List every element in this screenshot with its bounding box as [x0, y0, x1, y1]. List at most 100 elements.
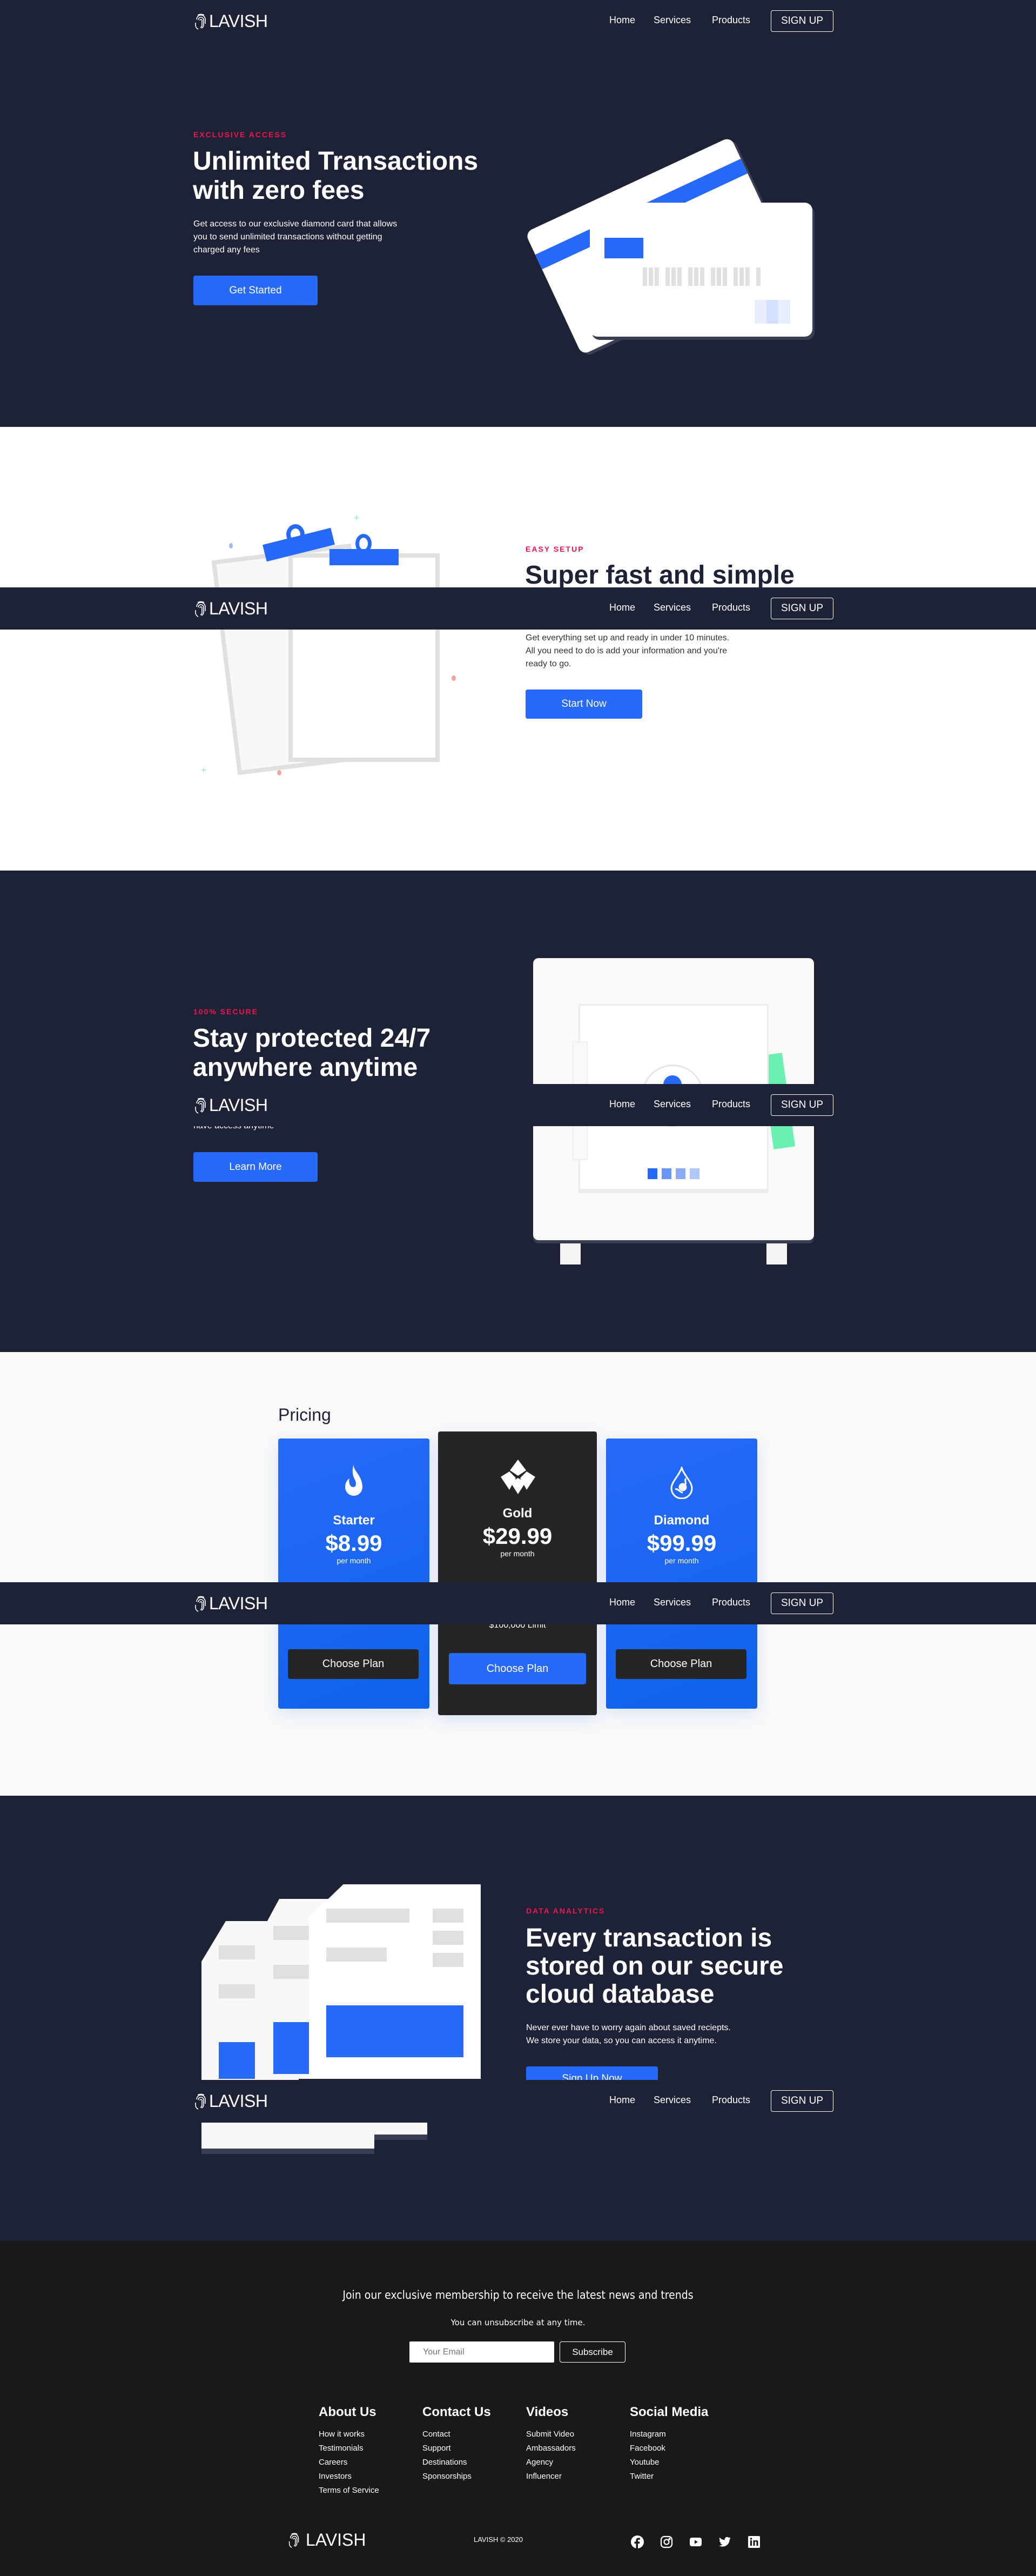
logo[interactable]: LAVISH [194, 1594, 268, 1614]
nav-services[interactable]: Services [654, 1099, 691, 1110]
instagram-icon[interactable] [660, 2535, 673, 2548]
footer-link[interactable]: Agency [526, 2455, 576, 2470]
plan-price: $8.99 [325, 1530, 382, 1556]
nav-home[interactable]: Home [609, 1099, 635, 1110]
column-title: About Us [319, 2405, 376, 2419]
signup-button[interactable]: SIGN UP [771, 2090, 833, 2112]
newsletter-heading: Join our exclusive membership to receive… [342, 2289, 694, 2301]
column-title: Contact Us [422, 2405, 491, 2419]
hero-desc-1: Get access to our exclusive diamond card… [193, 219, 398, 229]
column-title: Social Media [630, 2405, 709, 2419]
copyright: LAVISH © 2020 [474, 2535, 523, 2544]
hero-title-1: Unlimited Transactions [193, 147, 479, 176]
footer-link[interactable]: Instagram [630, 2427, 708, 2441]
nav-products[interactable]: Products [712, 1597, 750, 1608]
signup-button[interactable]: SIGN UP [771, 598, 833, 619]
price-card-diamond: Diamond $99.99 per month Choose Plan [606, 1438, 757, 1709]
nav-home[interactable]: Home [609, 2095, 635, 2106]
analytics-section [0, 1796, 1036, 2241]
analytics-eyebrow: DATA ANALYTICS [526, 1906, 606, 1915]
nav-products[interactable]: Products [712, 2095, 750, 2106]
footer-link[interactable]: Investors [319, 2470, 379, 2484]
logo-text: LAVISH [209, 11, 268, 31]
hero-title-2: with zero fees [193, 176, 365, 205]
newsletter-subtext: You can unsubscribe at any time. [450, 2318, 586, 2327]
footer-link[interactable]: Sponsorships [422, 2470, 491, 2484]
navbar: LAVISH Home Services Products SIGN UP [0, 587, 1036, 630]
choose-plan-button[interactable]: Choose Plan [449, 1653, 586, 1684]
logo-text: LAVISH [209, 1594, 268, 1613]
setup-desc-2: All you need to do is add your informati… [526, 646, 728, 655]
setup-eyebrow: EASY SETUP [526, 545, 584, 553]
plan-price: $29.99 [482, 1523, 553, 1549]
nav-products[interactable]: Products [712, 15, 750, 26]
column-title: Videos [526, 2405, 569, 2419]
get-started-button[interactable]: Get Started [193, 276, 318, 305]
analytics-title-1: Every transaction is [526, 1924, 772, 1952]
nav-services[interactable]: Services [654, 602, 691, 613]
social-icons [631, 2535, 761, 2548]
logo-text: LAVISH [209, 2091, 268, 2111]
logo[interactable]: LAVISH [194, 2091, 268, 2111]
plan-period: per month [337, 1556, 371, 1565]
footer-link[interactable]: Destinations [422, 2455, 491, 2470]
fingerprint-icon [195, 14, 206, 30]
footer-link[interactable]: Support [422, 2441, 491, 2455]
footer-link[interactable]: Youtube [630, 2455, 708, 2470]
logo-text: LAVISH [209, 599, 268, 618]
nav-home[interactable]: Home [609, 602, 635, 613]
signup-button[interactable]: SIGN UP [771, 10, 833, 32]
plan-name: Gold [502, 1506, 533, 1521]
plan-name: Diamond [654, 1513, 710, 1528]
start-now-button[interactable]: Start Now [526, 690, 642, 719]
nav-products[interactable]: Products [712, 602, 750, 613]
footer-link[interactable]: Ambassadors [526, 2441, 576, 2455]
footer-link[interactable]: Testimonials [319, 2441, 379, 2455]
nav-home[interactable]: Home [609, 1597, 635, 1608]
plan-period: per month [500, 1549, 535, 1558]
linkedin-icon[interactable] [748, 2535, 761, 2548]
signup-button[interactable]: SIGN UP [771, 1593, 833, 1614]
logo[interactable]: LAVISH [194, 1095, 268, 1115]
youtube-icon[interactable] [689, 2535, 702, 2548]
footer-logo[interactable]: LAVISH [287, 2530, 366, 2550]
twitter-icon[interactable] [718, 2535, 731, 2548]
signup-button[interactable]: SIGN UP [771, 1094, 833, 1116]
footer-link[interactable]: Influencer [526, 2470, 576, 2484]
footer-link[interactable]: Terms of Service [319, 2484, 379, 2498]
footer-link[interactable]: How it works [319, 2427, 379, 2441]
plan-price: $99.99 [647, 1530, 717, 1556]
nav-services[interactable]: Services [654, 2095, 691, 2106]
nav-products[interactable]: Products [712, 1099, 750, 1110]
footer-column-social: Social Media Instagram Facebook Youtube … [630, 2405, 708, 2484]
footer-link[interactable]: Twitter [630, 2470, 708, 2484]
fingerprint-icon [195, 2093, 206, 2110]
learn-more-button[interactable]: Learn More [193, 1152, 318, 1182]
subscribe-button[interactable]: Subscribe [560, 2341, 625, 2363]
setup-section [0, 427, 1036, 871]
plan-period: per month [664, 1556, 699, 1565]
nav-services[interactable]: Services [654, 15, 691, 26]
navbar: LAVISH Home Services Products SIGN UP [0, 2080, 1036, 2122]
choose-plan-button[interactable]: Choose Plan [288, 1649, 419, 1679]
email-input[interactable] [409, 2341, 554, 2363]
navbar: LAVISH Home Services Products SIGN UP [0, 1582, 1036, 1624]
logo[interactable]: LAVISH [194, 599, 268, 619]
logo[interactable]: LAVISH [194, 11, 268, 31]
nav-home[interactable]: Home [609, 15, 635, 26]
facebook-icon[interactable] [631, 2535, 644, 2548]
analytics-title-3: cloud database [526, 1980, 715, 2009]
footer-column-videos: Videos Submit Video Ambassadors Agency I… [526, 2405, 576, 2484]
footer-link[interactable]: Submit Video [526, 2427, 576, 2441]
footer-link[interactable]: Facebook [630, 2441, 708, 2455]
nav-services[interactable]: Services [654, 1597, 691, 1608]
setup-desc-3: ready to go. [526, 659, 571, 668]
price-card-starter: Starter $8.99 per month Choose Plan [278, 1438, 429, 1709]
water-drop-icon [670, 1467, 693, 1499]
footer-logo-text: LAVISH [306, 2530, 366, 2550]
footer-link[interactable]: Contact [422, 2427, 491, 2441]
footer-link[interactable]: Careers [319, 2455, 379, 2470]
analytics-desc-2: We store your data, so you can access it… [526, 2036, 717, 2045]
fingerprint-icon [195, 601, 206, 617]
choose-plan-button[interactable]: Choose Plan [616, 1649, 746, 1679]
